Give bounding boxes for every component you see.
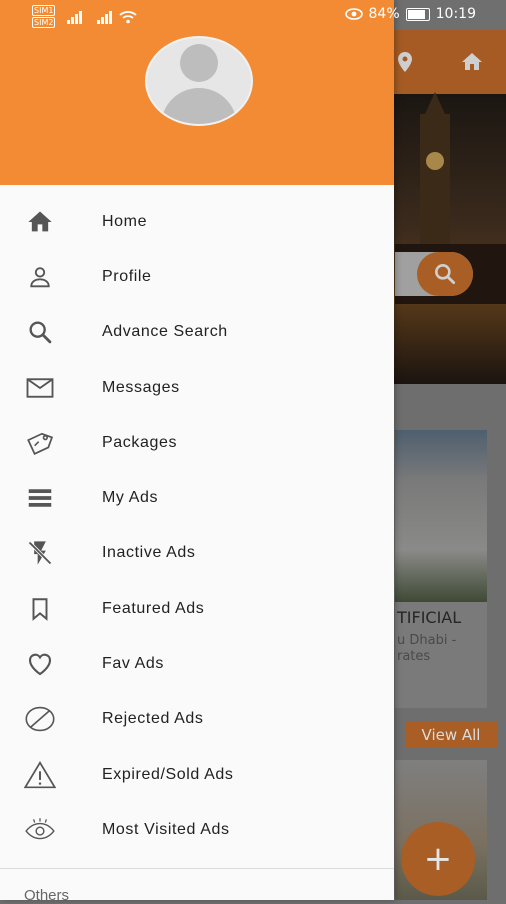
search-icon [435,264,456,285]
menu-item-label: Advance Search [102,323,228,341]
search-button[interactable] [417,252,473,296]
ad-location: u Dhabi - rates [397,633,457,664]
home-icon [24,206,56,238]
menu-item-packages[interactable]: Packages [0,415,394,470]
avatar[interactable] [145,36,253,126]
ad-title: TIFICIAL [397,608,462,627]
menu-item-my-ads[interactable]: My Ads [0,470,394,525]
sim2-label: SIM2 [32,17,56,28]
menu-item-fav-ads[interactable]: Fav Ads [0,636,394,691]
mail-icon [24,372,56,404]
eye-comfort-icon [344,8,363,20]
drawer-menu: Home Profile Advance Search Messages Pac… [0,194,394,858]
menu-item-label: Rejected Ads [102,710,204,728]
battery-percent: 84% [368,6,400,22]
menu-item-label: Profile [102,267,152,285]
search-bar[interactable] [395,252,473,296]
menu-item-rejected-ads[interactable]: Rejected Ads [0,692,394,747]
wifi-icon [119,10,138,23]
menu-item-home[interactable]: Home [0,194,394,249]
section-header-others: Others [24,887,70,904]
profile-icon [24,261,56,293]
ad-card[interactable]: TIFICIAL u Dhabi - rates [395,430,487,708]
menu-item-label: Packages [102,433,178,451]
menu-item-label: Fav Ads [102,655,165,673]
location-icon[interactable] [393,50,417,74]
tag-icon [24,427,56,459]
menu-item-label: Messages [102,378,180,396]
menu-item-label: My Ads [102,489,159,507]
sim1-label: SIM1 [32,5,56,16]
signal-icon [67,10,83,24]
menu-item-featured-ads[interactable]: Featured Ads [0,581,394,636]
navigation-drawer: Home Profile Advance Search Messages Pac… [0,0,394,904]
ad-image [395,430,487,602]
menu-item-label: Expired/Sold Ads [102,765,234,783]
menu-item-advance-search[interactable]: Advance Search [0,305,394,360]
status-bar: SIM1 SIM2 84% 10:19 [0,0,506,30]
menu-item-label: Most Visited Ads [102,820,230,838]
eye-icon [24,814,56,846]
divider [0,868,394,869]
heart-icon [24,648,56,680]
home-icon[interactable] [460,50,484,74]
bookmark-icon [24,593,56,625]
view-all-button[interactable]: View All [405,722,497,748]
block-icon [24,703,56,735]
menu-item-label: Inactive Ads [102,544,196,562]
signal-icon [97,10,113,24]
flash-off-icon [24,537,56,569]
menu-item-label: Home [102,212,148,230]
menu-item-inactive-ads[interactable]: Inactive Ads [0,526,394,581]
battery-icon [405,7,430,21]
menu-item-most-visited-ads[interactable]: Most Visited Ads [0,802,394,857]
menu-item-messages[interactable]: Messages [0,360,394,415]
list-icon [24,482,56,514]
menu-item-profile[interactable]: Profile [0,249,394,304]
menu-item-label: Featured Ads [102,599,205,617]
menu-item-expired-sold-ads[interactable]: Expired/Sold Ads [0,747,394,802]
clock: 10:19 [435,6,476,22]
warning-icon [24,759,56,791]
add-fab-button[interactable]: + [401,822,475,896]
search-icon [24,316,56,348]
